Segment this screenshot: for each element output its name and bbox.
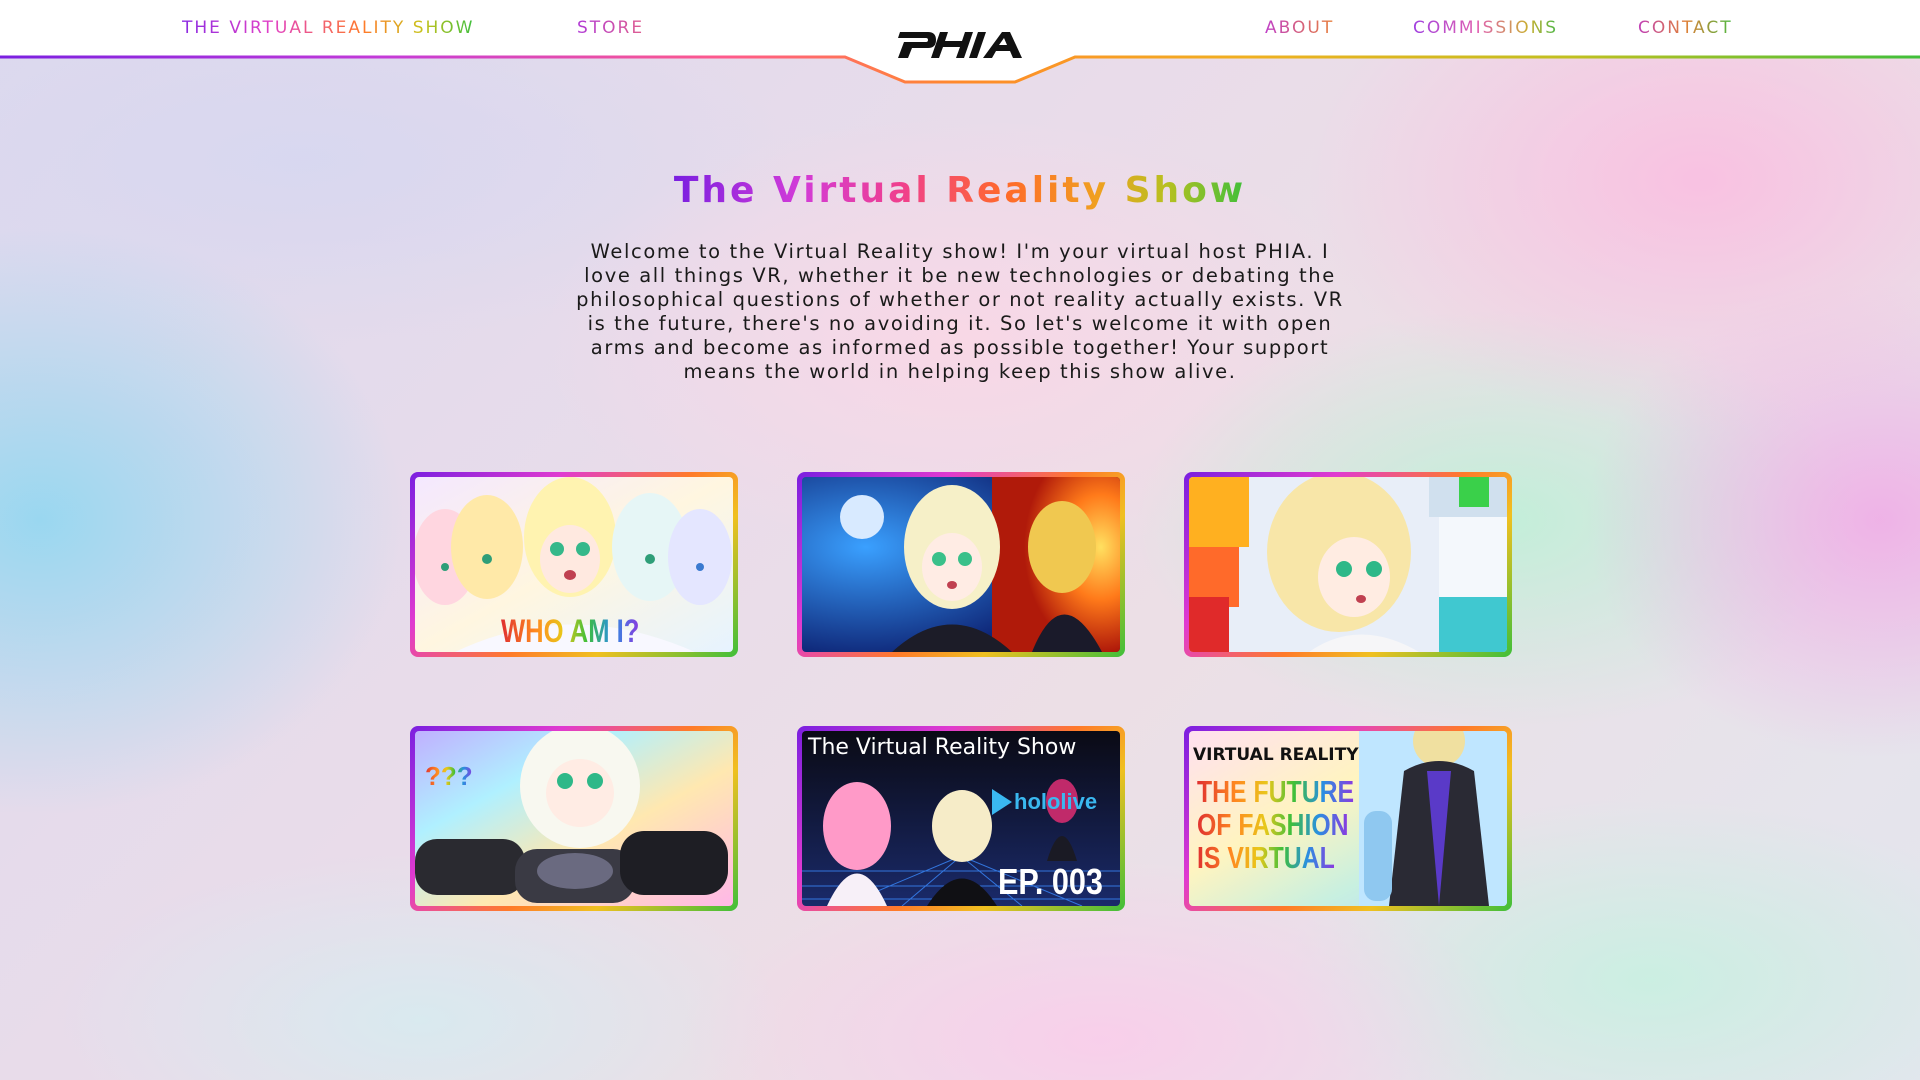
nav-link-virtual-reality-show[interactable]: THE VIRTUAL REALITY SHOW [182, 18, 474, 38]
thumbnail-caption-line-2: OF FASHION [1197, 807, 1349, 842]
nav-link-commissions[interactable]: COMMISSIONS [1413, 18, 1558, 38]
thumbnail-image [802, 477, 1120, 652]
intro-paragraph: Welcome to the Virtual Reality show! I'm… [576, 240, 1344, 383]
thumbnail-caption-brand: hololive [1014, 789, 1098, 814]
top-navigation: THE VIRTUAL REALITY SHOW STORE ABOUT COM… [0, 0, 1920, 90]
thumbnail-caption: ??? [425, 761, 473, 791]
thumbnail-image: WHO AM I? [415, 477, 733, 652]
nav-link-about[interactable]: ABOUT [1265, 18, 1334, 38]
thumbnail-image [1189, 477, 1507, 652]
thumbnail-caption-title: The Virtual Reality Show [808, 735, 1077, 760]
video-thumbnail-3[interactable] [1184, 472, 1512, 657]
thumbnail-caption-episode: EP. 003 [998, 861, 1103, 902]
thumbnail-image: ??? [415, 731, 733, 906]
thumbnail-image: The Virtual Reality Show hololive EP. 00… [802, 731, 1120, 906]
thumbnail-caption-line-1: THE FUTURE [1197, 774, 1355, 809]
video-thumbnail-future-of-fashion[interactable]: VIRTUAL REALITY THE FUTURE OF FASHION IS… [1184, 726, 1512, 911]
video-thumbnail-ep-003[interactable]: The Virtual Reality Show hololive EP. 00… [797, 726, 1125, 911]
nav-link-contact[interactable]: CONTACT [1638, 18, 1733, 38]
page-title: The Virtual Reality Show [673, 170, 1247, 211]
phia-logo[interactable] [898, 28, 1022, 62]
thumbnail-caption-line-3: IS VIRTUAL [1197, 840, 1335, 875]
video-thumbnail-vr-headsets[interactable]: ??? [410, 726, 738, 911]
thumbnail-image: VIRTUAL REALITY THE FUTURE OF FASHION IS… [1189, 731, 1507, 906]
video-thumbnail-who-am-i[interactable]: WHO AM I? [410, 472, 738, 657]
nav-link-store[interactable]: STORE [577, 18, 644, 38]
video-thumbnail-2[interactable] [797, 472, 1125, 657]
thumbnail-caption-brand: VIRTUAL REALITY [1193, 745, 1359, 765]
thumbnail-caption: WHO AM I? [501, 613, 640, 649]
